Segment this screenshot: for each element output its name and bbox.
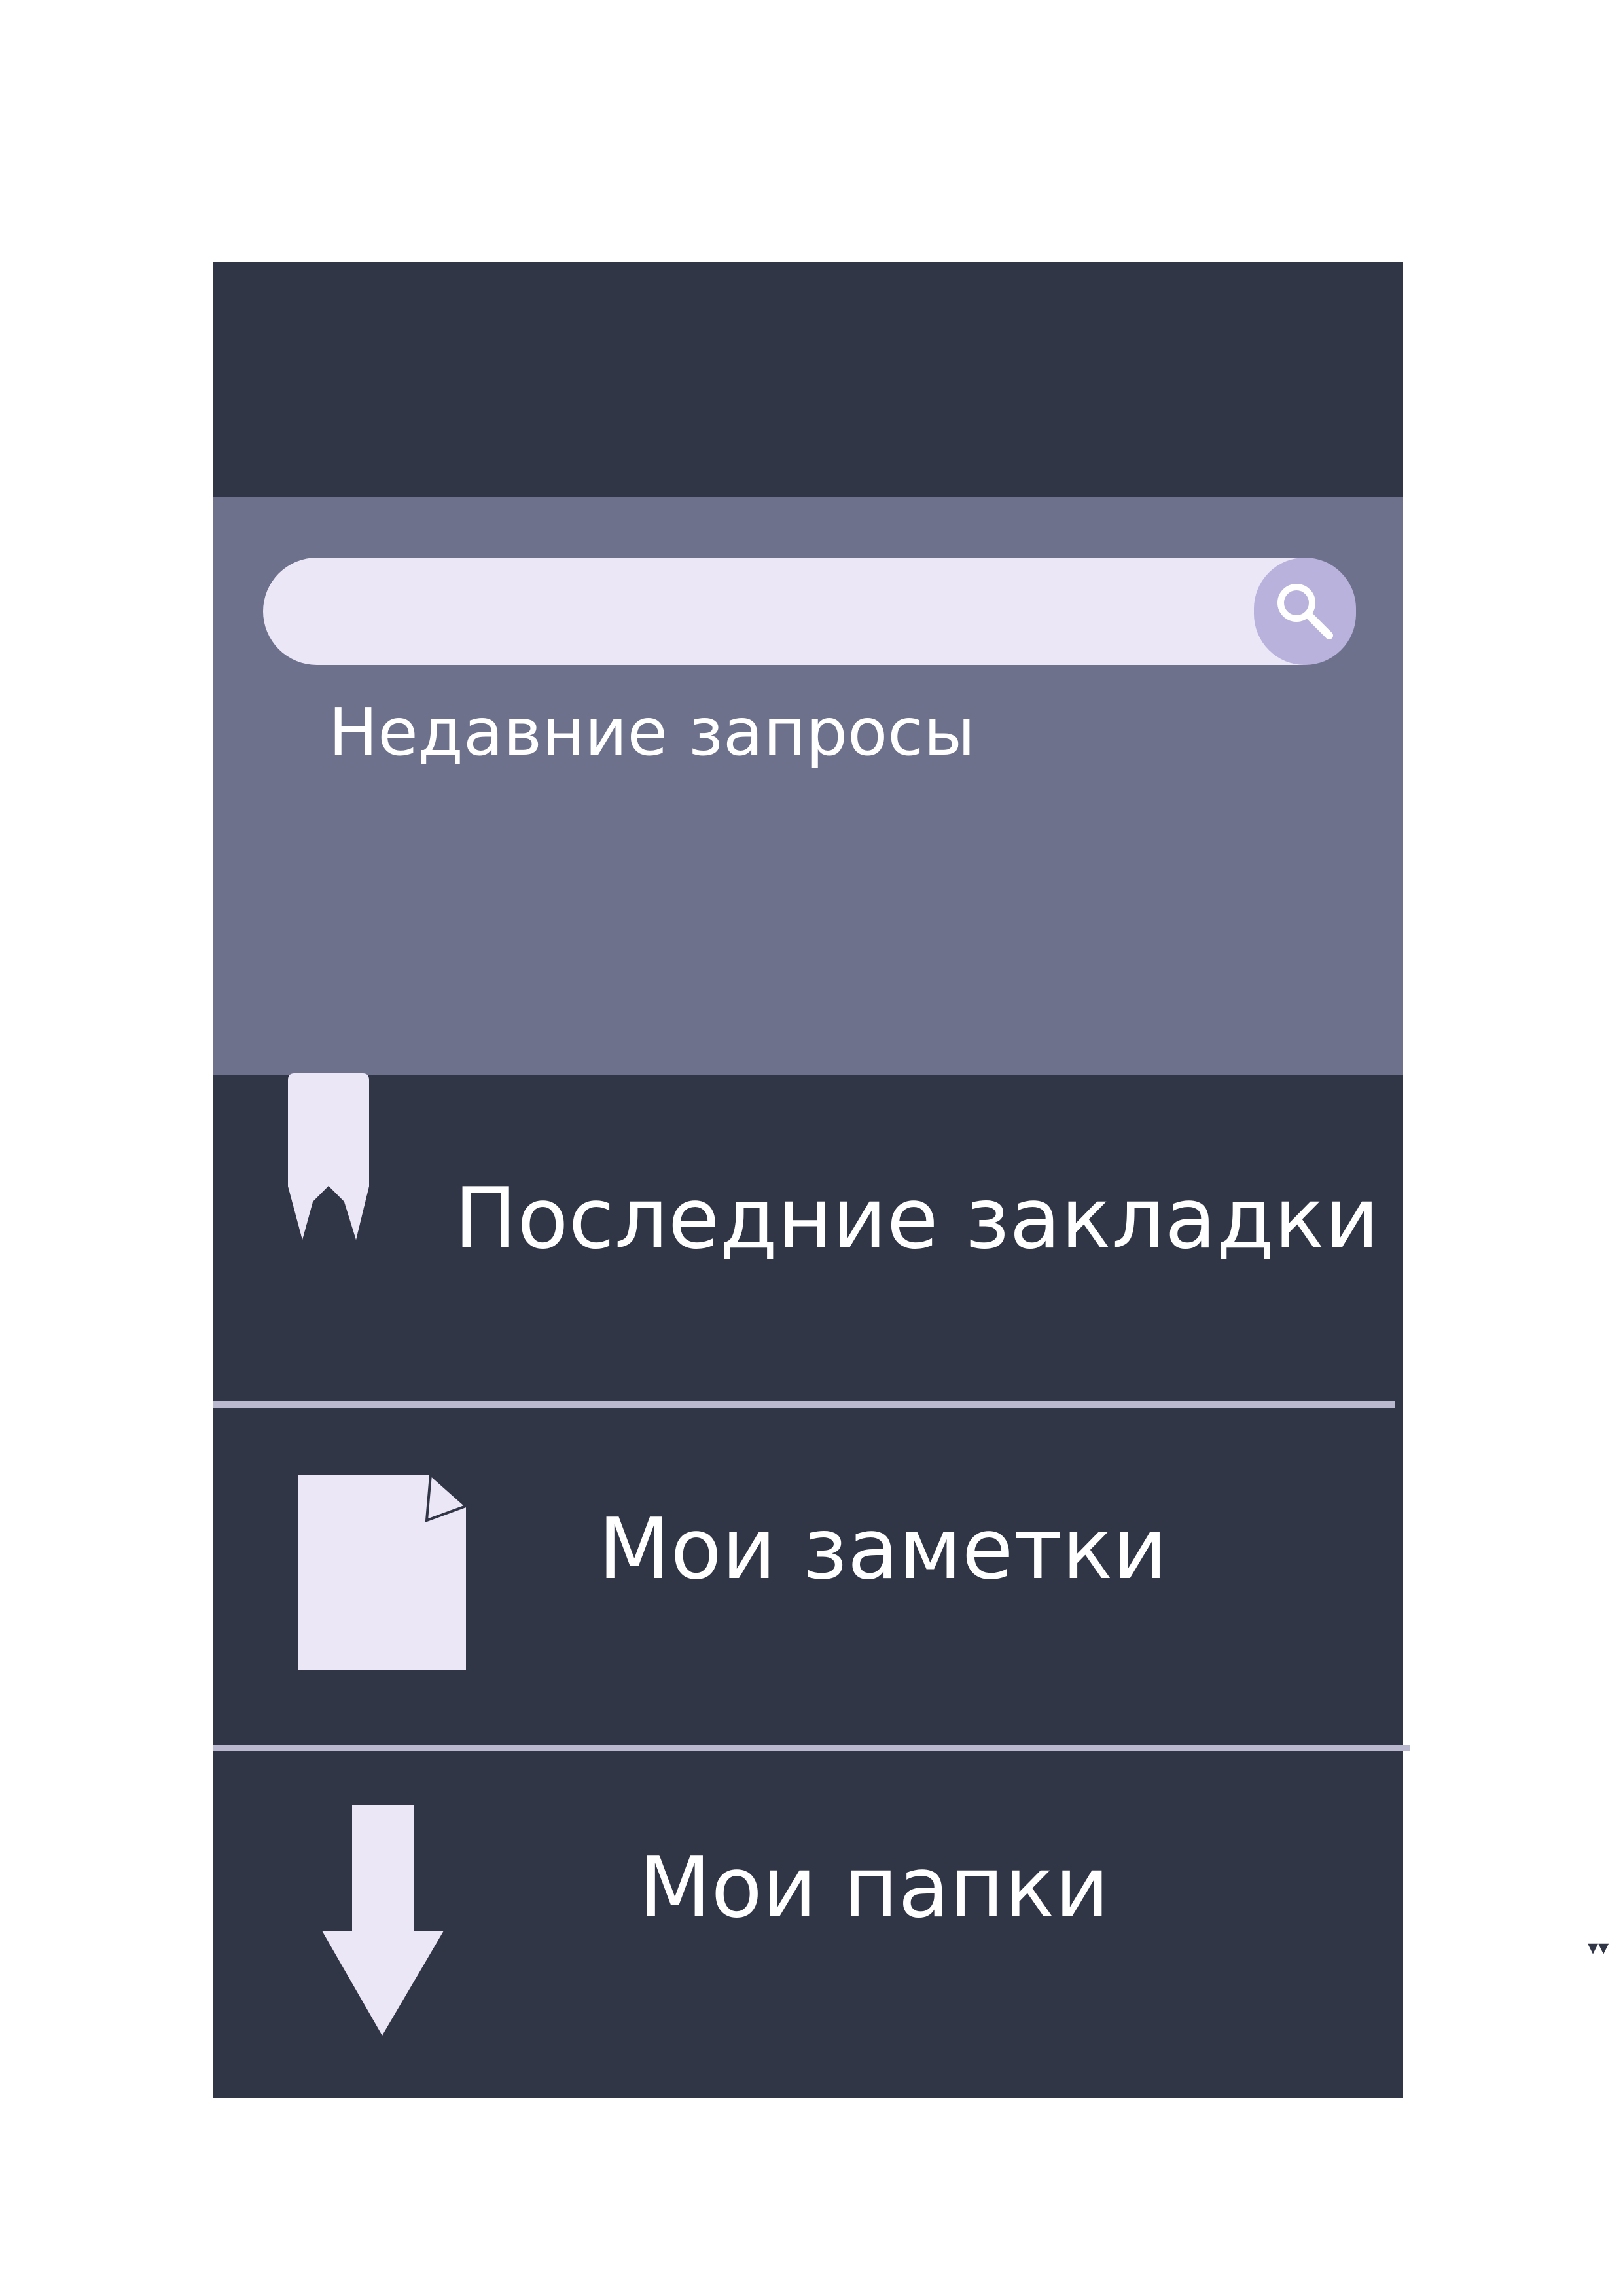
menu-item-my-notes[interactable]: Мои заметки [213, 1408, 1403, 1749]
search-button[interactable] [1254, 558, 1356, 665]
app-header [213, 262, 1403, 497]
recent-queries-label: Недавние запросы [329, 694, 976, 770]
divider [213, 1745, 1410, 1751]
bookmark-icon [288, 1073, 369, 1240]
menu-item-label: Последние закладки [454, 1170, 1380, 1268]
menu-item-label: Мои папки [639, 1839, 1109, 1937]
search-icon [1277, 584, 1333, 639]
menu-item-my-folders[interactable]: Мои папки [213, 1751, 1403, 2098]
search-input[interactable] [263, 558, 1356, 665]
menu-item-recent-bookmarks[interactable]: Последние закладки [213, 1073, 1403, 1410]
divider [213, 1401, 1395, 1408]
menu-item-label: Мои заметки [598, 1501, 1168, 1598]
app-panel: Недавние запросы Последние закладки Мои … [213, 262, 1410, 2098]
search-section: Недавние запросы [213, 497, 1403, 1075]
decorative-mark: ▾▾ [1588, 1935, 1609, 1960]
arrow-down-icon [322, 1805, 444, 2036]
document-icon [298, 1475, 466, 1670]
